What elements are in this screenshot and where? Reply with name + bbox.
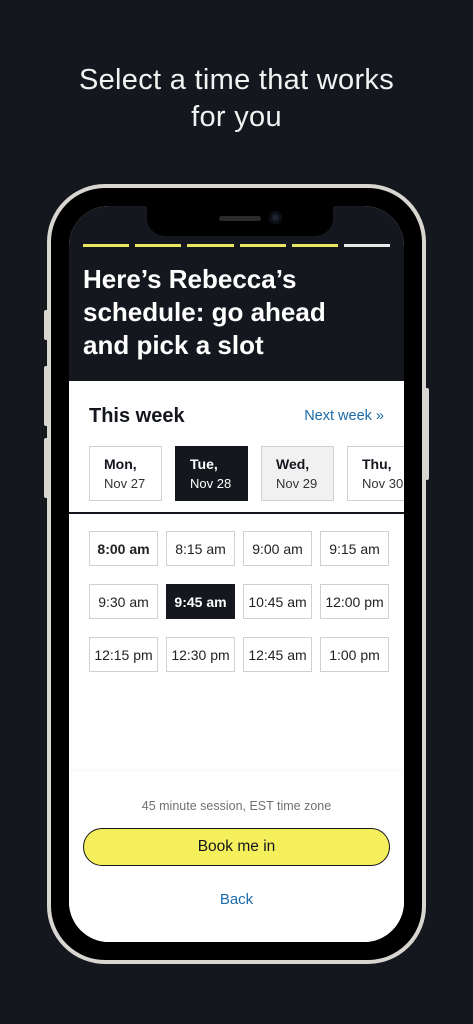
phone-screen: Here’s Rebecca’s schedule: go ahead and …: [69, 206, 404, 942]
day-option[interactable]: Mon, Nov 27: [89, 446, 162, 501]
progress-segment: [187, 244, 234, 247]
time-slot[interactable]: 1:00 pm: [320, 637, 389, 672]
week-row: This week Next week »: [89, 402, 384, 430]
speaker-icon: [219, 216, 261, 221]
day-option[interactable]: Wed, Nov 29: [261, 446, 334, 501]
time-slot[interactable]: 9:30 am: [89, 584, 158, 619]
day-date: Nov 27: [104, 475, 146, 491]
session-info: 45 minute session, EST time zone: [141, 799, 332, 813]
side-button-mute: [44, 310, 48, 340]
day-date: Nov 30: [362, 475, 404, 491]
progress-bar: [83, 244, 391, 247]
day-date: Nov 28: [190, 475, 232, 491]
time-slot-grid: 8:00 am 8:15 am 9:00 am 9:15 am 9:30 am …: [89, 531, 389, 672]
book-button[interactable]: Book me in: [83, 828, 390, 866]
page-title-line3: and pick a slot: [83, 330, 264, 360]
phone-frame: Here’s Rebecca’s schedule: go ahead and …: [44, 184, 429, 964]
side-button-volume-up: [44, 366, 48, 426]
booking-footer: 45 minute session, EST time zone Book me…: [69, 771, 404, 942]
progress-segment: [83, 244, 130, 247]
day-name: Wed,: [276, 455, 310, 472]
marketing-title-line2: for you: [191, 101, 282, 133]
time-slot-selected[interactable]: 9:45 am: [166, 584, 235, 619]
day-selector: Mon, Nov 27 Tue, Nov 28 Wed, Nov 29 Thu,…: [89, 446, 404, 501]
time-slot[interactable]: 12:00 pm: [320, 584, 389, 619]
time-slot[interactable]: 10:45 am: [243, 584, 312, 619]
progress-segment: [135, 244, 182, 247]
phone-notch: [147, 206, 333, 236]
back-link[interactable]: Back: [69, 891, 404, 908]
time-slot[interactable]: 12:15 pm: [89, 637, 158, 672]
progress-segment: [343, 244, 391, 247]
time-slot[interactable]: 8:15 am: [166, 531, 235, 566]
page-title-line1: Here’s Rebecca’s: [83, 264, 297, 294]
day-name: Tue,: [190, 455, 218, 472]
marketing-title-line1: Select a time that works: [78, 64, 395, 96]
divider: [69, 512, 404, 514]
progress-segment: [291, 244, 338, 247]
day-option[interactable]: Thu, Nov 30: [347, 446, 404, 501]
day-date: Nov 29: [276, 475, 318, 491]
page-title: Here’s Rebecca’s schedule: go ahead and …: [83, 263, 383, 362]
week-title: This week: [89, 404, 185, 427]
time-slot[interactable]: 12:45 am: [243, 637, 312, 672]
time-slot[interactable]: 12:30 pm: [166, 637, 235, 672]
day-option-selected[interactable]: Tue, Nov 28: [175, 446, 248, 501]
side-button-volume-down: [44, 438, 48, 498]
progress-segment: [239, 244, 286, 247]
time-slot[interactable]: 9:15 am: [320, 531, 389, 566]
camera-icon: [269, 211, 282, 224]
time-slot[interactable]: 8:00 am: [89, 531, 158, 566]
side-button-power: [425, 388, 429, 480]
next-week-link[interactable]: Next week »: [304, 408, 384, 424]
day-name: Thu,: [362, 455, 392, 472]
day-name: Mon,: [104, 455, 137, 472]
marketing-title: Select a time that works for you: [0, 62, 473, 136]
page-title-line2: schedule: go ahead: [83, 297, 326, 327]
time-slot[interactable]: 9:00 am: [243, 531, 312, 566]
